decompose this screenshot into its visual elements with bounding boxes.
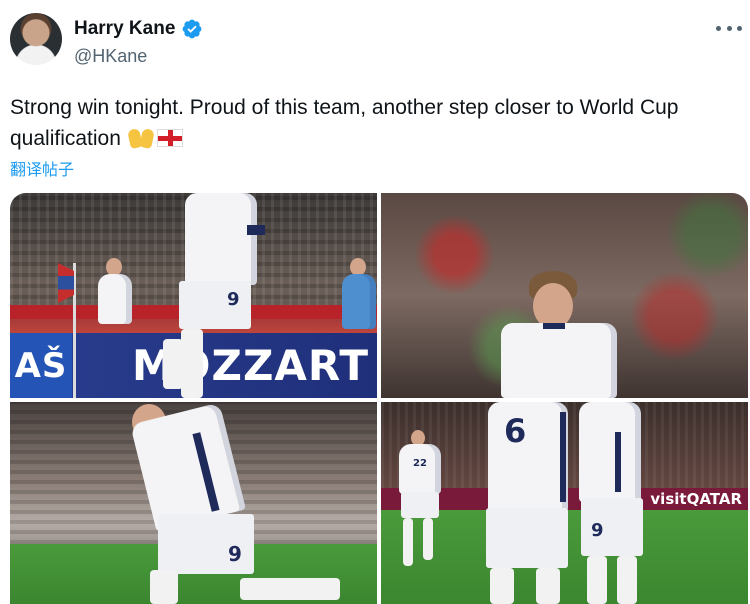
shirt-number: 6 (504, 412, 527, 450)
tweet-body: Strong win tonight. Proud of this team, … (10, 96, 679, 150)
ad-board-left-text: AŠ (14, 345, 68, 386)
steward (340, 258, 377, 338)
ad-board-qatar-text: visitQATAR (650, 490, 742, 508)
shirt-number: 22 (413, 458, 427, 469)
player-running: 22 (389, 430, 449, 600)
photo-3[interactable]: 9 (10, 402, 377, 604)
raising-hands-emoji (127, 126, 155, 150)
player-six: 6 (476, 402, 576, 604)
player-nine-celebrating: 9 (571, 402, 651, 604)
player-kneeling: 9 (110, 402, 350, 604)
shirt-number: 9 (228, 542, 242, 566)
shirt-number: 9 (227, 289, 240, 310)
photo-2[interactable] (381, 193, 748, 398)
shirt-number: 9 (591, 520, 604, 541)
photo-1[interactable]: MOZZART AŠ 9 (10, 193, 377, 398)
author-handle[interactable]: @HKane (74, 46, 147, 67)
translate-post-link[interactable]: 翻译帖子 (10, 156, 74, 180)
verified-badge-icon (182, 19, 202, 39)
author-display-name[interactable]: Harry Kane (74, 18, 175, 40)
more-options-icon[interactable] (716, 20, 742, 36)
avatar[interactable] (10, 13, 62, 65)
player-kane: 9 (163, 193, 285, 398)
ad-board-left: AŠ (10, 333, 72, 398)
media-grid: MOZZART AŠ 9 9 visitQATAR 22 6 9 (10, 193, 748, 604)
england-flag-emoji (156, 129, 183, 147)
author-name-row: Harry Kane (74, 18, 203, 40)
photo-4[interactable]: visitQATAR 22 6 9 (381, 402, 748, 604)
tweet-text: Strong win tonight. Proud of this team, … (10, 92, 745, 154)
background-player (96, 258, 136, 338)
player-kane-portrait (491, 271, 631, 398)
